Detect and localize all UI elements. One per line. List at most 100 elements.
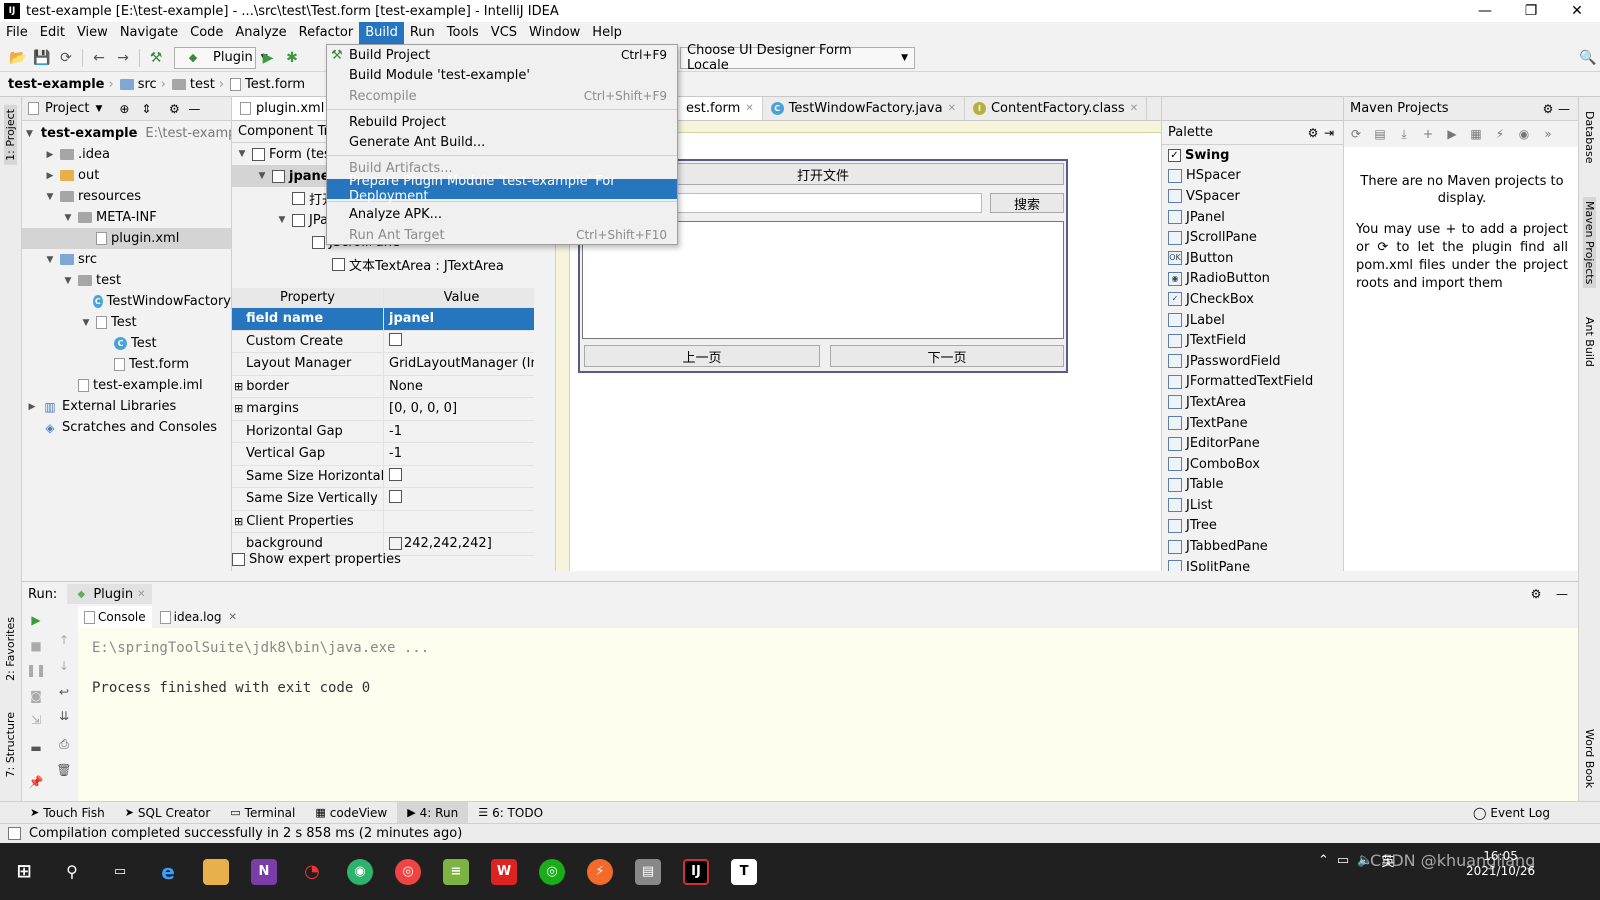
ui-designer-locale-combo[interactable]: Choose UI Designer Form Locale ▼ bbox=[680, 43, 915, 73]
rerun-icon[interactable]: ▶ bbox=[28, 612, 44, 628]
file-explorer-icon[interactable] bbox=[203, 858, 229, 885]
palette-item[interactable]: JFormattedTextField bbox=[1162, 372, 1343, 393]
tree-item[interactable]: ▼ test bbox=[22, 270, 231, 291]
breadcrumb-test[interactable]: test › bbox=[171, 77, 224, 92]
build-menu-item[interactable]: Rebuild Project bbox=[327, 112, 677, 133]
expert-checkbox[interactable] bbox=[232, 553, 245, 566]
chrome-icon[interactable]: ◎ bbox=[395, 858, 421, 885]
editor-tab[interactable]: I ContentFactory.class ✕ bbox=[965, 97, 1148, 120]
close-icon[interactable]: ✕ bbox=[137, 589, 145, 600]
forward-arrow-icon[interactable]: → bbox=[115, 50, 131, 66]
expand-icon[interactable]: ⊞ bbox=[234, 402, 243, 415]
palette-item[interactable]: JTable bbox=[1162, 475, 1343, 496]
show-expert-properties[interactable]: Show expert properties bbox=[232, 552, 401, 567]
expand-arrow-icon[interactable]: ▼ bbox=[80, 318, 92, 328]
property-row[interactable]: Layout Manager GridLayoutManager (Int... bbox=[232, 353, 534, 376]
expand-arrow-icon[interactable]: ▼ bbox=[62, 213, 74, 223]
palette-item[interactable]: VSpacer bbox=[1162, 186, 1343, 207]
editor-tab[interactable]: est.form ✕ bbox=[678, 97, 763, 120]
download-icon[interactable]: ⤓ bbox=[1396, 126, 1412, 142]
app-red-icon[interactable]: ◔ bbox=[299, 859, 325, 885]
pin-icon[interactable]: 📌 bbox=[28, 774, 44, 790]
hide-icon[interactable]: — bbox=[1554, 586, 1570, 602]
menu-view[interactable]: View bbox=[71, 22, 114, 44]
expand-arrow-icon[interactable]: ▼ bbox=[276, 215, 288, 225]
pause-icon[interactable]: ❚❚ bbox=[26, 662, 46, 678]
tree-item[interactable]: ▼ resources bbox=[22, 186, 231, 207]
menu-build[interactable]: Build bbox=[359, 22, 404, 44]
wechat-icon[interactable]: ◎ bbox=[539, 858, 565, 885]
hide-icon[interactable]: ⇥ bbox=[1321, 125, 1337, 141]
open-folder-icon[interactable]: 📂 bbox=[9, 50, 26, 66]
run-config-combo[interactable]: ◆ Plugin ▼ bbox=[174, 46, 268, 69]
generate-sources-icon[interactable]: ▤ bbox=[1372, 126, 1388, 142]
project-view-label[interactable]: Project bbox=[45, 101, 89, 116]
wps-icon[interactable]: W bbox=[491, 858, 517, 885]
tree-item[interactable]: ◈ Scratches and Consoles bbox=[22, 417, 231, 438]
more-icon[interactable]: » bbox=[1540, 126, 1556, 142]
windows-start-icon[interactable]: ⊞ bbox=[11, 859, 37, 885]
app-green-icon[interactable]: ◉ bbox=[347, 858, 373, 885]
close-icon[interactable]: ✕ bbox=[948, 103, 956, 114]
tree-item[interactable]: ▼ test-example E:\test-exampl bbox=[22, 123, 231, 144]
intellij-taskbar-icon[interactable]: IJ bbox=[683, 858, 709, 885]
ie-browser-icon[interactable]: e bbox=[155, 859, 181, 885]
hammer-build-icon[interactable]: ⚒ bbox=[148, 50, 164, 66]
palette-item[interactable]: JLabel bbox=[1162, 310, 1343, 331]
palette-item[interactable]: ◉ JRadioButton bbox=[1162, 269, 1343, 290]
expand-arrow-icon[interactable]: ▼ bbox=[44, 192, 56, 202]
add-icon[interactable]: + bbox=[1420, 126, 1436, 142]
palette-item[interactable]: JPanel bbox=[1162, 207, 1343, 228]
close-icon[interactable]: ✕ bbox=[228, 612, 236, 623]
toggle-offline-icon[interactable]: ▦ bbox=[1468, 126, 1484, 142]
menu-tools[interactable]: Tools bbox=[441, 22, 485, 44]
bottom-tab[interactable]: ➤ SQL Creator bbox=[115, 802, 221, 824]
tree-item[interactable]: ▶ ▥ External Libraries bbox=[22, 396, 231, 417]
gear-icon[interactable]: ⚙ bbox=[1540, 101, 1556, 117]
menu-run[interactable]: Run bbox=[404, 22, 441, 44]
property-row[interactable]: Custom Create bbox=[232, 330, 534, 353]
tree-item[interactable]: ▶ out bbox=[22, 165, 231, 186]
tree-item[interactable]: ▼ META-INF bbox=[22, 207, 231, 228]
debug-icon[interactable]: ✱ bbox=[284, 50, 300, 66]
hide-icon[interactable]: — bbox=[1556, 101, 1572, 117]
trash-icon[interactable]: 🗑 bbox=[56, 762, 72, 778]
menu-analyze[interactable]: Analyze bbox=[229, 22, 292, 44]
search-everywhere-icon[interactable]: 🔍 bbox=[1579, 50, 1596, 66]
expand-arrow-icon[interactable]: ▼ bbox=[44, 255, 56, 265]
menu-code[interactable]: Code bbox=[184, 22, 229, 44]
tree-item[interactable]: ▶ .idea bbox=[22, 144, 231, 165]
property-value[interactable]: None bbox=[384, 379, 534, 394]
tree-item[interactable]: C Test bbox=[22, 333, 231, 354]
search-icon[interactable]: ⚲ bbox=[59, 859, 85, 885]
menu-navigate[interactable]: Navigate bbox=[114, 22, 184, 44]
tree-item[interactable]: ▼ Test bbox=[22, 312, 231, 333]
minimize-button[interactable]: — bbox=[1462, 0, 1508, 22]
property-checkbox[interactable] bbox=[389, 490, 402, 504]
scroll-to-end-icon[interactable]: ⇊ bbox=[56, 708, 72, 724]
console-output[interactable]: E:\springToolSuite\jdk8\bin\java.exe ...… bbox=[78, 628, 1578, 802]
expand-arrow-icon[interactable]: ▼ bbox=[236, 149, 248, 159]
menu-vcs[interactable]: VCS bbox=[485, 22, 523, 44]
word-book-tool-tab[interactable]: Word Book bbox=[1583, 729, 1596, 788]
chevron-up-icon[interactable]: ⌃ bbox=[1318, 853, 1329, 868]
hide-icon[interactable]: — bbox=[186, 101, 202, 117]
property-checkbox[interactable] bbox=[389, 332, 402, 346]
bottom-tab[interactable]: ▦ codeView bbox=[305, 802, 397, 824]
palette-group-swing[interactable]: ✓ Swing bbox=[1162, 145, 1343, 166]
soft-wrap-icon[interactable]: ↩ bbox=[56, 684, 72, 700]
palette-item[interactable]: JEditorPane bbox=[1162, 433, 1343, 454]
property-checkbox[interactable] bbox=[389, 467, 402, 481]
menu-refactor[interactable]: Refactor bbox=[293, 22, 360, 44]
property-row[interactable]: Vertical Gap -1 bbox=[232, 443, 534, 466]
expand-arrow-icon[interactable]: ▶ bbox=[44, 150, 56, 160]
menu-window[interactable]: Window bbox=[523, 22, 586, 44]
structure-tool-tab[interactable]: 7: Structure bbox=[4, 712, 17, 777]
maximize-button[interactable]: ❐ bbox=[1508, 0, 1554, 22]
palette-item[interactable]: JTabbedPane bbox=[1162, 536, 1343, 557]
stop-icon[interactable]: ■ bbox=[28, 638, 44, 654]
menu-file[interactable]: File bbox=[0, 22, 34, 44]
palette-item[interactable]: JPasswordField bbox=[1162, 351, 1343, 372]
breadcrumb-src[interactable]: src › bbox=[119, 77, 166, 92]
bottom-tab[interactable]: ▭ Terminal bbox=[220, 802, 305, 824]
